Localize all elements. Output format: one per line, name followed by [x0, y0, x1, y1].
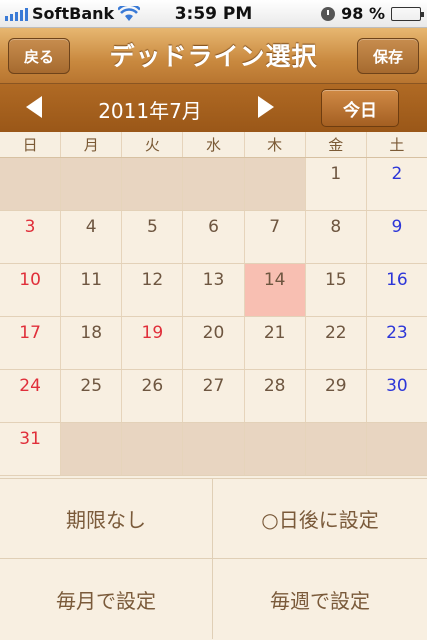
calendar-empty-cell: [0, 158, 62, 210]
status-right: 98 %: [321, 4, 424, 23]
calendar-day-16[interactable]: 16: [366, 264, 427, 316]
calendar-day-23[interactable]: 23: [366, 317, 427, 369]
calendar-empty-cell: [244, 423, 306, 475]
calendar-day-24[interactable]: 24: [0, 370, 62, 422]
weekday-fri: 金: [306, 132, 367, 157]
save-button[interactable]: 保存: [357, 38, 419, 74]
calendar-day-29[interactable]: 29: [305, 370, 367, 422]
calendar-day-9[interactable]: 9: [366, 211, 427, 263]
calendar-day-10[interactable]: 10: [0, 264, 62, 316]
navigation-bar: 戻る デッドライン選択 保存: [0, 28, 427, 84]
calendar-week-row: 12: [0, 158, 427, 211]
previous-month-icon[interactable]: [26, 96, 42, 118]
weekday-tue: 火: [122, 132, 184, 157]
calendar-day-12[interactable]: 12: [122, 264, 184, 316]
alarm-clock-icon: [321, 6, 336, 21]
weekday-mon: 月: [61, 132, 123, 157]
calendar-day-6[interactable]: 6: [183, 211, 245, 263]
calendar-grid: 1 2 3 4 5 6 7 8 9 10 11 12 13 14 15 16 17 18 19 20 21 22 23 24 2…: [0, 158, 427, 476]
calendar-empty-cell: [183, 158, 245, 210]
weekly-button[interactable]: 毎週で設定: [213, 559, 427, 639]
calendar-empty-cell: [305, 423, 367, 475]
days-after-button[interactable]: ○日後に設定: [213, 479, 427, 559]
calendar-day-4[interactable]: 4: [61, 211, 123, 263]
calendar-day-20[interactable]: 20: [183, 317, 245, 369]
calendar-day-30[interactable]: 30: [366, 370, 427, 422]
calendar-week-row: 10 11 12 13 14 15 16: [0, 264, 427, 317]
calendar-day-27[interactable]: 27: [183, 370, 245, 422]
calendar-day-21[interactable]: 21: [244, 317, 306, 369]
weekday-wed: 水: [183, 132, 245, 157]
calendar-week-row: 17 18 19 20 21 22 23: [0, 317, 427, 370]
monthly-button[interactable]: 毎月で設定: [0, 559, 213, 639]
month-bar: 2011年7月 今日: [0, 84, 427, 132]
calendar-week-row: 31: [0, 423, 427, 476]
calendar-day-22[interactable]: 22: [305, 317, 367, 369]
calendar-day-31[interactable]: 31: [0, 423, 62, 475]
battery-icon: [391, 6, 424, 21]
calendar-empty-cell: [61, 158, 123, 210]
weekday-thu: 木: [245, 132, 306, 157]
battery-percent: 98 %: [341, 4, 385, 23]
calendar-day-17[interactable]: 17: [0, 317, 62, 369]
calendar-day-28[interactable]: 28: [244, 370, 306, 422]
month-label: 2011年7月: [98, 99, 202, 123]
calendar-empty-cell: [122, 158, 184, 210]
calendar-empty-cell: [183, 423, 245, 475]
calendar-empty-cell: [122, 423, 184, 475]
calendar-empty-cell: [366, 423, 427, 475]
calendar-empty-cell: [61, 423, 123, 475]
calendar-week-row: 24 25 26 27 28 29 30: [0, 370, 427, 423]
calendar-day-1[interactable]: 1: [305, 158, 367, 210]
calendar: 日 月 火 水 木 金 土 1 2 3 4 5 6 7 8 9 10 11 12 13 14 15 16 17 1…: [0, 132, 427, 476]
no-deadline-button[interactable]: 期限なし: [0, 479, 213, 559]
calendar-day-25[interactable]: 25: [61, 370, 123, 422]
calendar-day-18[interactable]: 18: [61, 317, 123, 369]
calendar-day-15[interactable]: 15: [305, 264, 367, 316]
calendar-day-14[interactable]: 14: [244, 264, 306, 316]
next-month-icon[interactable]: [258, 96, 274, 118]
calendar-empty-cell: [244, 158, 306, 210]
calendar-day-8[interactable]: 8: [305, 211, 367, 263]
calendar-week-row: 3456789: [0, 211, 427, 264]
calendar-day-19[interactable]: 19: [122, 317, 184, 369]
calendar-day-13[interactable]: 13: [183, 264, 245, 316]
status-bar: SoftBank 3:59 PM 98 %: [0, 0, 427, 28]
calendar-day-7[interactable]: 7: [244, 211, 306, 263]
weekday-header: 日 月 火 水 木 金 土: [0, 132, 427, 158]
weekday-sat: 土: [389, 136, 405, 154]
today-button[interactable]: 今日: [321, 89, 399, 127]
calendar-day-2[interactable]: 2: [366, 158, 427, 210]
calendar-day-26[interactable]: 26: [122, 370, 184, 422]
calendar-day-5[interactable]: 5: [122, 211, 184, 263]
calendar-day-3[interactable]: 3: [0, 211, 62, 263]
weekday-sun: 日: [0, 132, 62, 157]
deadline-options: 期限なし ○日後に設定 毎月で設定 毎週で設定: [0, 478, 427, 640]
calendar-day-11[interactable]: 11: [61, 264, 123, 316]
